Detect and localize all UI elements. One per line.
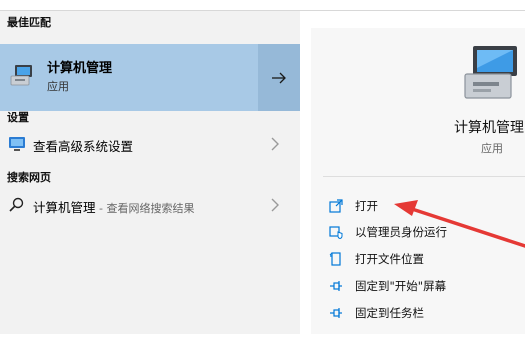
action-open[interactable]: 打开	[321, 196, 521, 218]
monitor-icon	[9, 137, 25, 151]
action-label: 打开	[355, 199, 378, 213]
action-label: 固定到"开始"屏幕	[355, 279, 447, 293]
settings-item-advanced-system[interactable]: 查看高级系统设置	[0, 130, 300, 158]
action-pin-to-taskbar[interactable]: 固定到任务栏	[321, 303, 521, 325]
computer-management-icon	[10, 65, 32, 86]
action-run-as-admin[interactable]: 以管理员身份运行	[321, 222, 521, 244]
web-search-term: 计算机管理	[33, 200, 96, 215]
detail-subtitle: 应用	[481, 142, 503, 155]
best-match-title: 计算机管理	[47, 61, 113, 76]
results-list: 最佳匹配 计算机管理 应用 设置 查看高级系统设置 搜索网页 计算机管理 - 查…	[0, 11, 300, 334]
web-search-hint: - 查看网络搜索结果	[95, 202, 195, 215]
computer-management-icon	[464, 46, 517, 99]
detail-title: 计算机管理	[454, 120, 524, 136]
bottom-edge	[0, 334, 525, 350]
section-best-match: 最佳匹配	[7, 16, 51, 29]
action-open-file-location[interactable]: 打开文件位置	[321, 249, 521, 271]
run-as-admin-icon	[329, 226, 343, 239]
best-match-subtitle: 应用	[47, 80, 69, 93]
web-search-item[interactable]: 计算机管理 - 查看网络搜索结果	[0, 191, 300, 219]
web-search-label: 计算机管理 - 查看网络搜索结果	[33, 197, 194, 216]
action-label: 固定到任务栏	[355, 306, 424, 320]
action-label: 以管理员身份运行	[355, 225, 447, 239]
start-search-panel: 最佳匹配 计算机管理 应用 设置 查看高级系统设置 搜索网页 计算机管理 - 查…	[0, 0, 525, 350]
app-detail-pane: 计算机管理 应用 打开 以管理员身份运行 打开文件位置 固定到"开始"屏幕 固定…	[311, 28, 525, 334]
expand-details-button[interactable]	[258, 44, 300, 111]
best-match-open[interactable]: 计算机管理 应用	[0, 44, 257, 111]
divider	[323, 176, 525, 177]
section-settings: 设置	[7, 111, 29, 124]
action-label: 打开文件位置	[355, 252, 424, 266]
pin-icon	[330, 308, 342, 318]
open-icon	[329, 199, 343, 213]
action-pin-to-start[interactable]: 固定到"开始"屏幕	[321, 276, 521, 298]
arrow-right-icon	[272, 72, 286, 83]
file-location-icon	[329, 252, 341, 266]
best-match-item[interactable]: 计算机管理 应用	[0, 44, 300, 111]
chevron-right-icon	[271, 137, 279, 151]
section-web: 搜索网页	[7, 171, 51, 184]
pin-icon	[330, 281, 342, 291]
settings-item-label: 查看高级系统设置	[33, 139, 134, 154]
search-icon	[9, 197, 24, 212]
chevron-right-icon	[271, 198, 279, 212]
